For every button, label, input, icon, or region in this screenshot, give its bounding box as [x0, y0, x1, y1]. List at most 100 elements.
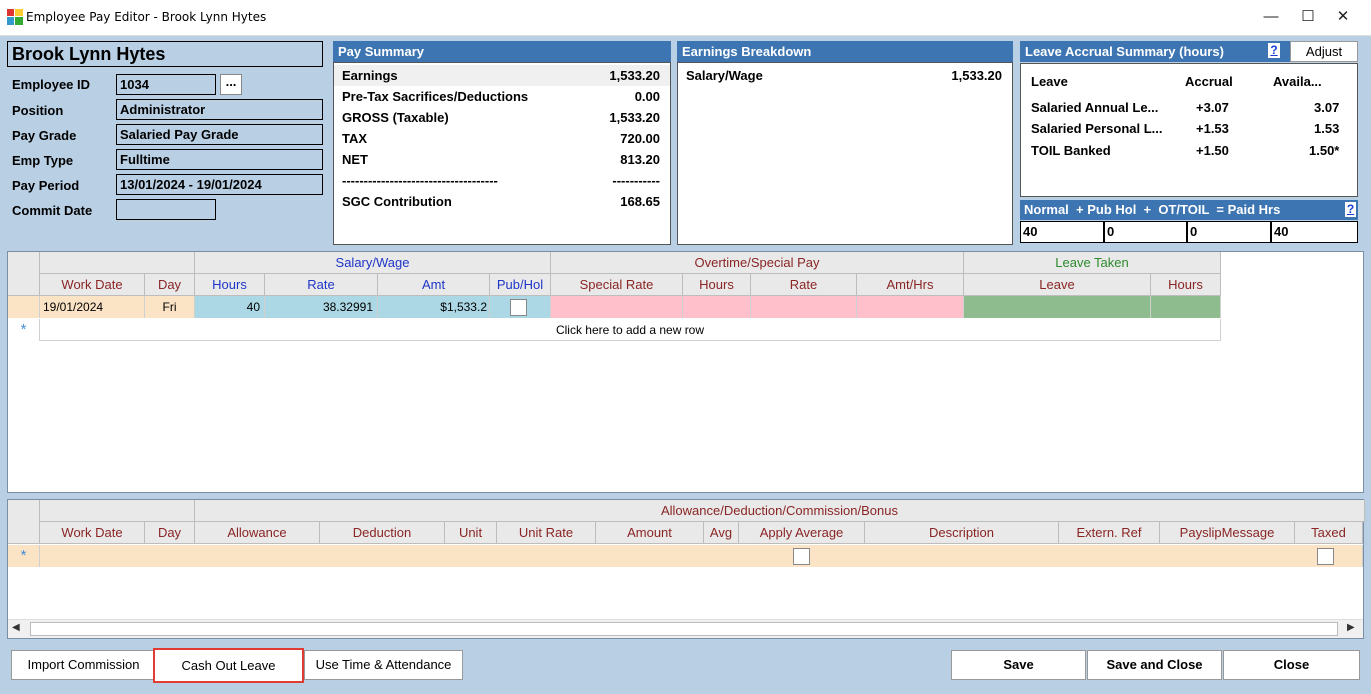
minimize-icon[interactable]: — [1256, 4, 1286, 30]
leave-help-icon[interactable]: ? [1268, 43, 1280, 58]
cell-amt-hrs[interactable] [857, 296, 964, 318]
cell-work-date[interactable]: 19/01/2024 [40, 296, 145, 318]
normal-hours-field[interactable]: 40 [1020, 221, 1104, 243]
use-time-attendance-button[interactable]: Use Time & Attendance [304, 650, 463, 680]
apply-average-checkbox[interactable] [793, 548, 810, 565]
position-field: Administrator [116, 99, 323, 120]
taxed-checkbox[interactable] [1317, 548, 1334, 565]
allowance-group-header: Allowance/Deduction/Commission/Bonus [195, 500, 1365, 522]
acol-work-date[interactable]: Work Date [40, 522, 145, 544]
cell-special-rate[interactable] [551, 296, 683, 318]
acol-extern-ref[interactable]: Extern. Ref [1059, 522, 1160, 544]
save-button[interactable]: Save [951, 650, 1086, 680]
cell-ot-hours[interactable] [683, 296, 751, 318]
horizontal-scrollbar[interactable]: ◀ ▶ [8, 619, 1363, 638]
scroll-left-icon[interactable]: ◀ [12, 622, 20, 633]
leave-row-toil: TOIL Banked [1031, 143, 1111, 158]
leave-row-annual: Salaried Annual Le... [1031, 100, 1159, 115]
summary-row-separator: ------------------------------------ ----… [342, 173, 660, 188]
scrollbar-thumb[interactable] [30, 622, 1338, 636]
scroll-right-icon[interactable]: ▶ [1347, 622, 1355, 633]
accrual-col-header: Accrual [1185, 74, 1233, 89]
leave-col-header: Leave [1031, 74, 1068, 89]
emp-type-field: Fulltime [116, 149, 323, 170]
window-title: Employee Pay Editor - Brook Lynn Hytes [26, 10, 267, 24]
import-commission-button[interactable]: Import Commission [11, 650, 156, 680]
pay-summary-title: Pay Summary [333, 41, 671, 62]
col-amt-hrs[interactable]: Amt/Hrs [857, 274, 964, 296]
acol-unit-rate[interactable]: Unit Rate [497, 522, 596, 544]
cell-amt[interactable]: $1,533.2 [378, 296, 490, 318]
col-hours[interactable]: Hours [195, 274, 265, 296]
col-ot-rate[interactable]: Rate [751, 274, 857, 296]
col-special-rate[interactable]: Special Rate [551, 274, 683, 296]
acol-allowance[interactable]: Allowance [195, 522, 320, 544]
maximize-icon[interactable]: ☐ [1293, 4, 1323, 30]
title-bar: Employee Pay Editor - Brook Lynn Hytes —… [0, 0, 1371, 36]
cell-leave[interactable] [964, 296, 1151, 318]
col-pubhol[interactable]: Pub/Hol [490, 274, 551, 296]
pay-summary-body: Earnings 1,533.20 Pre-Tax Sacrifices/Dedu… [333, 62, 671, 245]
paid-hours-field[interactable]: 40 [1271, 221, 1358, 243]
col-rate[interactable]: Rate [265, 274, 378, 296]
summary-row-sgc: SGC Contribution 168.65 [342, 194, 660, 209]
cell-day[interactable]: Fri [145, 296, 195, 318]
pubhol-checkbox[interactable] [510, 299, 527, 316]
acol-payslip-message[interactable]: PayslipMessage [1160, 522, 1295, 544]
salary-grid: Salary/Wage Overtime/Special Pay Leave T… [7, 251, 1364, 493]
row-selector[interactable] [8, 296, 40, 318]
col-day[interactable]: Day [145, 274, 195, 296]
close-window-icon[interactable]: ✕ [1328, 4, 1358, 30]
allowance-row-header-corner [8, 500, 40, 544]
col-ot-hours[interactable]: Hours [683, 274, 751, 296]
avail-row-toil: 1.50* [1309, 143, 1340, 158]
accrual-row-annual: +3.07 [1196, 100, 1229, 115]
acol-description[interactable]: Description [865, 522, 1059, 544]
earnings-breakdown-title: Earnings Breakdown [677, 41, 1013, 62]
cell-rate[interactable]: 38.32991 [265, 296, 378, 318]
acol-avg[interactable]: Avg [704, 522, 739, 544]
cell-hours[interactable]: 40 [195, 296, 265, 318]
add-new-row[interactable]: Click here to add a new row [40, 319, 1221, 341]
save-and-close-button[interactable]: Save and Close [1087, 650, 1222, 680]
accrual-row-toil: +1.50 [1196, 143, 1229, 158]
employee-id-field[interactable]: 1034 [116, 74, 216, 95]
cell-leave-hours[interactable] [1151, 296, 1221, 318]
avail-row-annual: 3.07 [1314, 100, 1340, 115]
position-label: Position [12, 103, 64, 118]
allowance-new-row[interactable] [40, 545, 1363, 567]
browse-employee-button[interactable]: ... [220, 74, 242, 95]
available-col-header: Availa... [1273, 74, 1322, 89]
acol-unit[interactable]: Unit [445, 522, 497, 544]
col-work-date[interactable]: Work Date [40, 274, 145, 296]
cash-out-leave-button[interactable]: Cash Out Leave [153, 648, 304, 683]
editor-body: Brook Lynn Hytes Employee ID 1034 ... Po… [0, 36, 1371, 694]
adjust-button[interactable]: Adjust [1290, 41, 1358, 62]
paid-hours-label: Normal + Pub Hol + OT/TOIL = Paid Hrs [1024, 202, 1281, 217]
summary-row-gross: GROSS (Taxable) 1,533.20 [342, 110, 660, 125]
leave-accrual-title: Leave Accrual Summary (hours) [1025, 44, 1224, 59]
ot-toil-hours-field[interactable]: 0 [1187, 221, 1271, 243]
close-button[interactable]: Close [1223, 650, 1360, 680]
pay-period-field: 13/01/2024 - 19/01/2024 [116, 174, 323, 195]
pay-period-label: Pay Period [12, 178, 80, 193]
avail-row-personal: 1.53 [1314, 121, 1340, 136]
pay-summary-panel: Pay Summary Earnings 1,533.20 Pre-Tax Sac… [333, 41, 671, 245]
acol-amount[interactable]: Amount [596, 522, 704, 544]
col-leave-hours[interactable]: Hours [1151, 274, 1221, 296]
allowance-new-row-marker: * [8, 545, 40, 567]
accrual-row-personal: +1.53 [1196, 121, 1229, 136]
allowance-grid: Allowance/Deduction/Commission/Bonus Wor… [7, 499, 1365, 639]
cell-ot-rate[interactable] [751, 296, 857, 318]
acol-apply-average[interactable]: Apply Average [739, 522, 865, 544]
acol-taxed[interactable]: Taxed [1295, 522, 1363, 544]
col-leave[interactable]: Leave [964, 274, 1151, 296]
pub-hol-hours-field[interactable]: 0 [1104, 221, 1187, 243]
group-header-leave: Leave Taken [964, 252, 1221, 274]
acol-deduction[interactable]: Deduction [320, 522, 445, 544]
acol-day[interactable]: Day [145, 522, 195, 544]
emp-type-label: Emp Type [12, 153, 74, 168]
hours-help-icon[interactable]: ? [1345, 202, 1356, 217]
col-amt[interactable]: Amt [378, 274, 490, 296]
leave-row-personal: Salaried Personal L... [1031, 121, 1163, 136]
